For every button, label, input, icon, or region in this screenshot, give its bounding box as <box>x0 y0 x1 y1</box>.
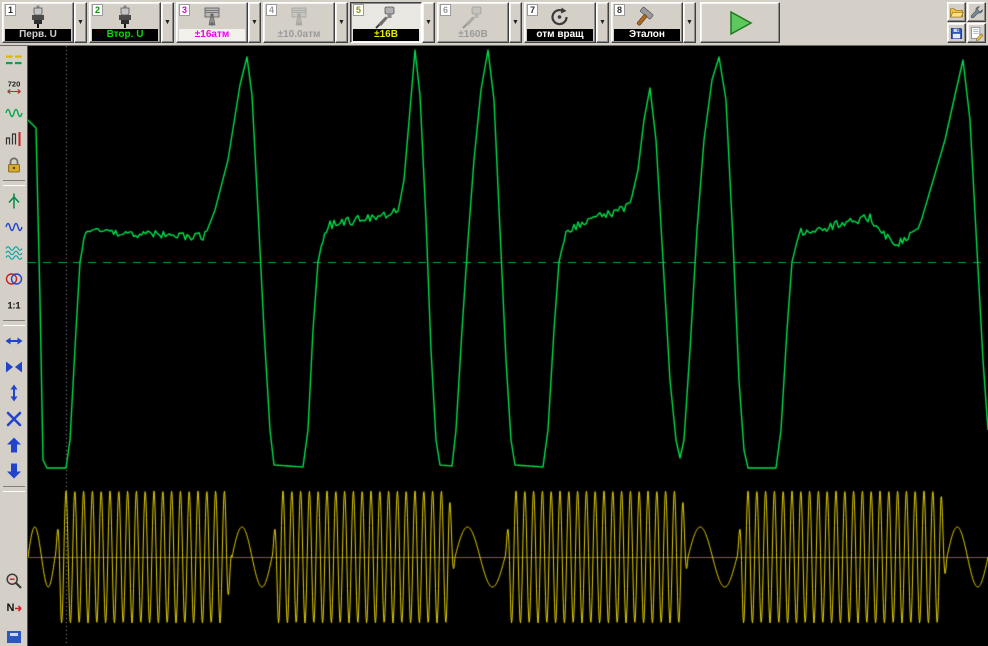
report-pencil-icon <box>969 26 984 41</box>
h-fit-icon[interactable] <box>2 355 26 379</box>
chevron-down-icon: ▼ <box>512 19 519 26</box>
v-scale-icon[interactable] <box>2 381 26 405</box>
separator <box>3 320 25 326</box>
channel-4-dropdown[interactable]: ▼ <box>335 2 348 43</box>
channels-preview-icon[interactable] <box>2 49 26 73</box>
rotation-marks-icon <box>525 5 595 29</box>
channel-3-button[interactable]: 3 ±16атм <box>176 2 248 43</box>
next-page-icon[interactable]: N <box>2 595 26 619</box>
oscilloscope-display[interactable] <box>28 46 988 646</box>
play-button[interactable] <box>700 2 780 43</box>
channel-label: ±16атм <box>179 29 245 41</box>
channel-5-button[interactable]: 5 ±16В <box>350 2 422 43</box>
channel-label: Перв. U <box>5 29 71 41</box>
settings-button[interactable] <box>967 2 986 22</box>
channel-8-dropdown[interactable]: ▼ <box>683 2 696 43</box>
channel-8-button[interactable]: 8 Эталон <box>611 2 683 43</box>
wrench-icon <box>969 5 984 20</box>
lock-icon[interactable] <box>2 153 26 177</box>
ignition-markers-icon[interactable] <box>2 127 26 151</box>
channel-6-dropdown[interactable]: ▼ <box>509 2 522 43</box>
smooth-wave-icon[interactable] <box>2 215 26 239</box>
scroll-up-icon[interactable] <box>2 433 26 457</box>
open-folder-icon <box>949 5 964 20</box>
chevron-down-icon: ▼ <box>425 19 432 26</box>
save-file-button[interactable] <box>947 23 966 43</box>
h-scale-icon[interactable] <box>2 329 26 353</box>
piston-icon <box>264 5 334 29</box>
signal-wave-icon[interactable] <box>2 101 26 125</box>
svg-text:1:1: 1:1 <box>7 301 20 311</box>
chevron-down-icon: ▼ <box>164 19 171 26</box>
overlay-compare-icon[interactable] <box>2 267 26 291</box>
open-file-button[interactable] <box>947 2 966 22</box>
clear-icon[interactable] <box>2 407 26 431</box>
tool-sidebar: 720 1:1 N <box>0 46 28 646</box>
channel-5-dropdown[interactable]: ▼ <box>422 2 435 43</box>
separator <box>3 180 25 186</box>
scroll-down-icon[interactable] <box>2 459 26 483</box>
svg-text:N: N <box>6 602 14 614</box>
channel-label: Втор. U <box>92 29 158 41</box>
floppy-disk-icon <box>949 26 964 41</box>
spark-plug-icon <box>90 5 160 29</box>
channel-buttons-row: 1 Перв. U ▼ 2 Втор. U ▼ 3 ±16атм ▼ <box>2 2 696 43</box>
scale-1to1-icon[interactable]: 1:1 <box>2 293 26 317</box>
sensor-icon <box>351 5 421 29</box>
channel-7-dropdown[interactable]: ▼ <box>596 2 609 43</box>
multi-wave-icon[interactable] <box>2 241 26 265</box>
report-button[interactable] <box>967 23 986 43</box>
channel-3-dropdown[interactable]: ▼ <box>248 2 261 43</box>
channel-1-button[interactable]: 1 Перв. U <box>2 2 74 43</box>
rotation-720-icon[interactable]: 720 <box>2 75 26 99</box>
channel-label: отм вращ <box>527 29 593 41</box>
channel-7-button[interactable]: 7 отм вращ <box>524 2 596 43</box>
main-toolbar: 1 Перв. U ▼ 2 Втор. U ▼ 3 ±16атм ▼ <box>0 0 988 46</box>
channel-4-button[interactable]: 4 ±10.0атм <box>263 2 335 43</box>
hammer-icon <box>612 5 682 29</box>
channel-2-button[interactable]: 2 Втор. U <box>89 2 161 43</box>
sync-marker-icon[interactable] <box>2 189 26 213</box>
channel-label: ±10.0атм <box>266 29 332 41</box>
play-icon <box>723 9 757 37</box>
chevron-down-icon: ▼ <box>251 19 258 26</box>
channel-6-button[interactable]: 6 ±160В <box>437 2 509 43</box>
channel-1-dropdown[interactable]: ▼ <box>74 2 87 43</box>
svg-text:720: 720 <box>7 80 20 89</box>
chevron-down-icon: ▼ <box>599 19 606 26</box>
channel-label: Эталон <box>614 29 680 41</box>
channel-2-dropdown[interactable]: ▼ <box>161 2 174 43</box>
partial-bottom-icon[interactable] <box>2 621 26 645</box>
chevron-down-icon: ▼ <box>686 19 693 26</box>
sensor-icon <box>438 5 508 29</box>
chevron-down-icon: ▼ <box>338 19 345 26</box>
zoom-icon[interactable] <box>2 569 26 593</box>
oscilloscope-app: { "toolbar": { "channels": [ {"number":"… <box>0 0 988 646</box>
file-button-cluster <box>947 2 986 43</box>
spark-plug-icon <box>3 5 73 29</box>
channel-label: ±16В <box>353 29 419 41</box>
separator <box>3 486 25 492</box>
piston-icon <box>177 5 247 29</box>
chevron-down-icon: ▼ <box>77 19 84 26</box>
channel-label: ±160В <box>440 29 506 41</box>
